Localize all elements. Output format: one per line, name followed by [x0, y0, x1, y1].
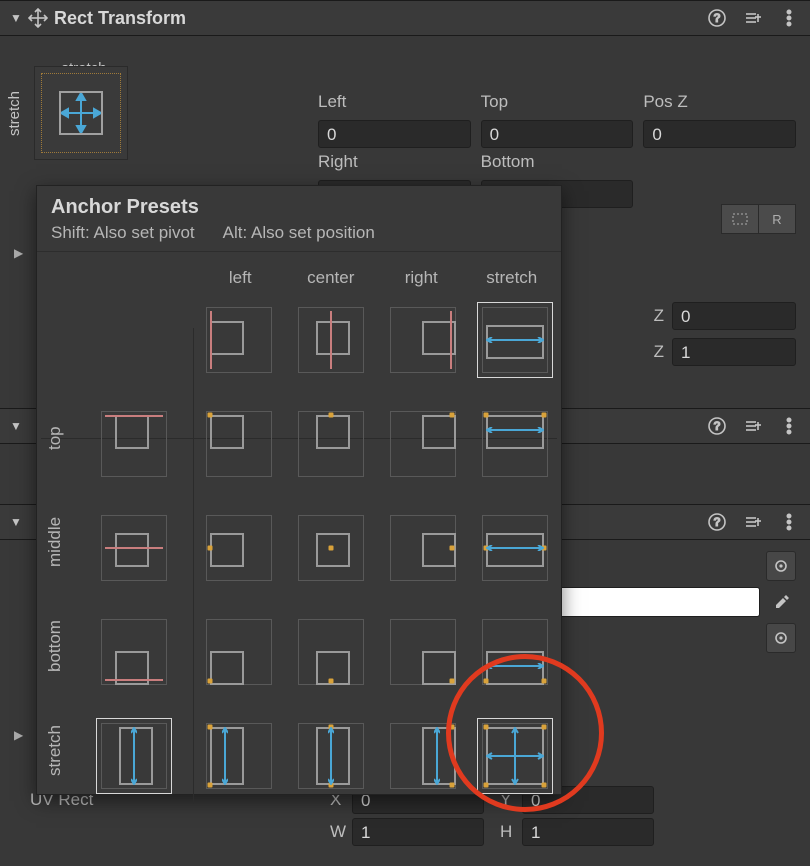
anchor-col-right: right [376, 268, 467, 288]
row-foldout-icon[interactable]: ▶ [14, 728, 30, 742]
anchor-top-none[interactable] [97, 407, 171, 481]
anchor-popup-hint-shift: Shift: Also set pivot [51, 223, 195, 243]
anchor-row-bottom: bottom [43, 594, 67, 698]
anchor-none-stretch-h[interactable] [477, 302, 553, 378]
anchor-col-center: center [286, 268, 377, 288]
left-label: Left [318, 92, 471, 118]
top-label: Top [481, 92, 634, 118]
kebab-icon[interactable] [778, 511, 800, 533]
anchor-stretch-v-none[interactable] [96, 718, 172, 794]
left-input[interactable]: 0 [318, 120, 471, 148]
component-title: Rect Transform [54, 8, 706, 29]
anchor-col-left: left [195, 268, 286, 288]
anchor-middle-stretch-h[interactable] [478, 511, 552, 585]
anchor-top-left[interactable] [202, 407, 276, 481]
uvrect-w-input[interactable]: 1 [352, 818, 484, 846]
anchor-popup-title: Anchor Presets [51, 196, 547, 219]
rotation-z-label: Z [646, 306, 664, 326]
anchor-none-center[interactable] [294, 303, 368, 377]
uvrect-h-label: H [500, 822, 522, 842]
presets-icon[interactable] [742, 415, 764, 437]
help-icon[interactable]: ? [706, 7, 728, 29]
anchor-row-top: top [43, 386, 67, 490]
rotation-z-input[interactable]: 0 [672, 302, 796, 330]
anchor-middle-left[interactable] [202, 511, 276, 585]
blueprint-raw-toggle: R [721, 204, 796, 234]
blueprint-mode-button[interactable] [721, 204, 759, 234]
foldout-icon[interactable]: ▼ [10, 515, 24, 529]
anchor-none-none [97, 303, 171, 377]
anchor-presets-popup: Anchor Presets Shift: Also set pivot Alt… [36, 185, 562, 795]
raw-mode-button[interactable]: R [759, 204, 796, 234]
anchor-row-middle: middle [43, 490, 67, 594]
svg-text:?: ? [713, 515, 720, 529]
anchor-top-stretch-h[interactable] [478, 407, 552, 481]
svg-text:?: ? [713, 419, 720, 433]
kebab-icon[interactable] [778, 7, 800, 29]
anchor-preset-button[interactable] [34, 66, 128, 160]
anchor-middle-none[interactable] [97, 511, 171, 585]
anchors-foldout-icon[interactable]: ▶ [14, 246, 30, 260]
object-picker-button[interactable] [766, 551, 796, 581]
anchor-top-right[interactable] [386, 407, 460, 481]
anchor-bottom-none[interactable] [97, 615, 171, 689]
rect-transform-header: ▼ Rect Transform ? [0, 0, 810, 36]
foldout-icon[interactable]: ▼ [10, 11, 24, 25]
uvrect-h-input[interactable]: 1 [522, 818, 654, 846]
object-picker-button[interactable] [766, 623, 796, 653]
scale-z-input[interactable]: 1 [672, 338, 796, 366]
anchor-stretch-stretch[interactable] [477, 718, 553, 794]
scale-z-label: Z [646, 342, 664, 362]
anchor-bottom-center[interactable] [294, 615, 368, 689]
posz-input[interactable]: 0 [643, 120, 796, 148]
bottom-label: Bottom [481, 152, 634, 178]
uvrect-w-label: W [330, 822, 352, 842]
top-input[interactable]: 0 [481, 120, 634, 148]
presets-icon[interactable] [742, 7, 764, 29]
svg-text:?: ? [713, 11, 720, 25]
anchor-popup-hint-alt: Alt: Also set position [223, 223, 375, 243]
right-label: Right [318, 152, 471, 178]
anchor-bottom-stretch-h[interactable] [478, 615, 552, 689]
help-icon[interactable]: ? [706, 511, 728, 533]
help-icon[interactable]: ? [706, 415, 728, 437]
anchor-row-stretch: stretch [43, 698, 67, 802]
anchor-none-right[interactable] [386, 303, 460, 377]
foldout-icon[interactable]: ▼ [10, 419, 24, 433]
anchor-stretch-v-center[interactable] [294, 719, 368, 793]
anchor-middle-right[interactable] [386, 511, 460, 585]
anchor-stretch-v-left[interactable] [202, 719, 276, 793]
presets-icon[interactable] [742, 511, 764, 533]
anchor-middle-center[interactable] [294, 511, 368, 585]
anchor-preview-wrap: stretch stretch [34, 66, 134, 160]
anchor-stretch-v-right[interactable] [386, 719, 460, 793]
scale-z-row: Z1 [646, 338, 796, 366]
anchor-none-left[interactable] [202, 303, 276, 377]
posz-label: Pos Z [643, 92, 796, 118]
eyedropper-icon[interactable] [768, 588, 796, 616]
anchor-col-stretch: stretch [467, 268, 558, 288]
anchor-top-center[interactable] [294, 407, 368, 481]
anchor-summary-v: stretch [6, 66, 23, 160]
rect-transform-icon [28, 8, 48, 28]
kebab-icon[interactable] [778, 415, 800, 437]
anchor-bottom-right[interactable] [386, 615, 460, 689]
rotation-z-row: Z0 [646, 302, 796, 330]
anchor-bottom-left[interactable] [202, 615, 276, 689]
